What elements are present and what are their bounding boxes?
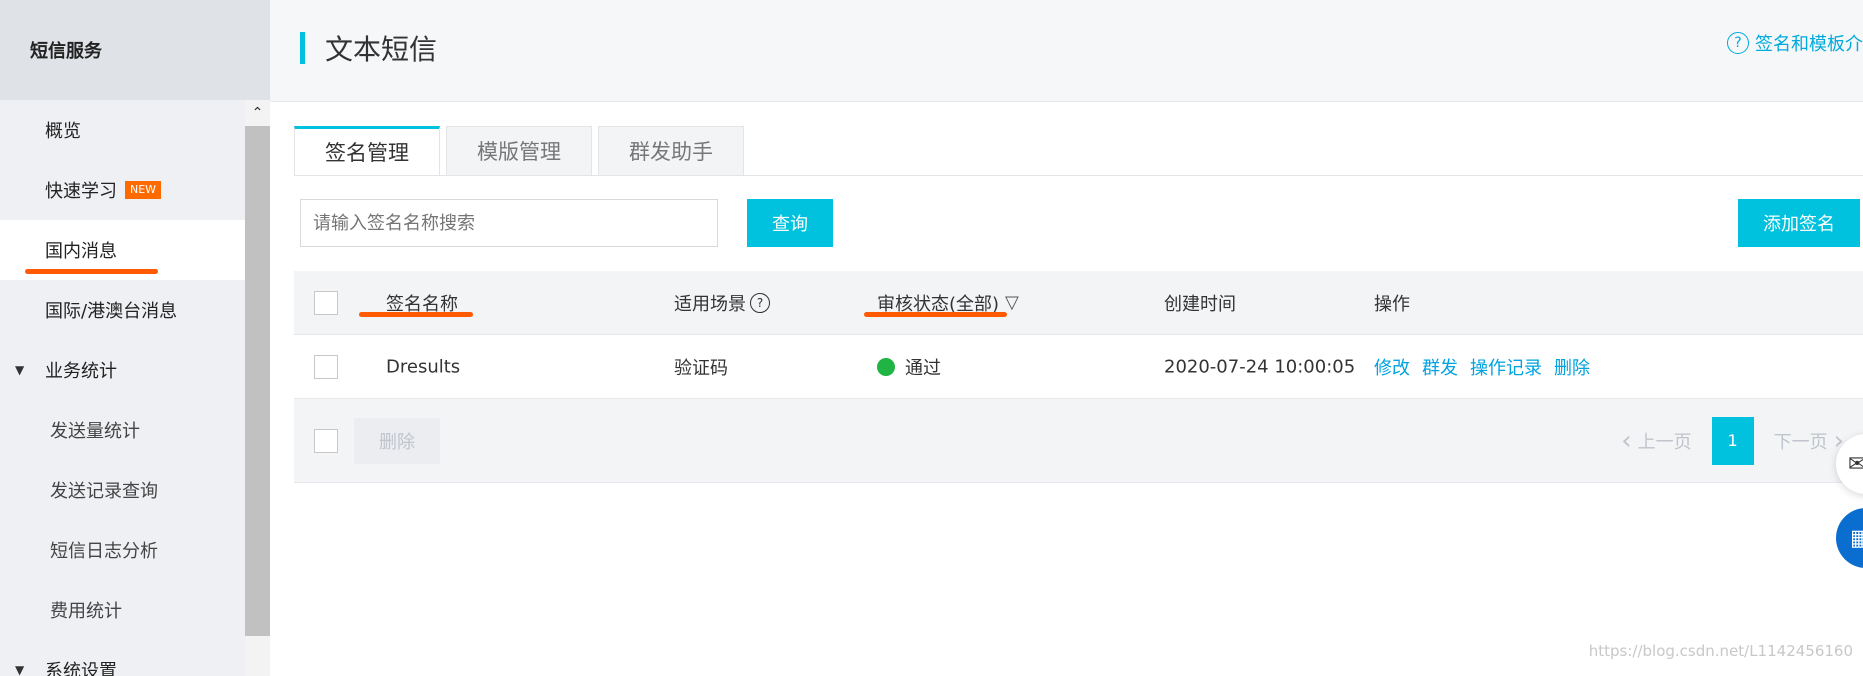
sidebar-item-label: 业务统计 bbox=[45, 361, 117, 382]
help-link-label: 签名和模板介 bbox=[1755, 34, 1863, 55]
sidebar-item-label: 系统设置 bbox=[45, 661, 117, 676]
page-title: 文本短信 bbox=[325, 33, 438, 66]
sidebar-item-label: 国际/港澳台消息 bbox=[45, 301, 178, 322]
grid-icon: ▦ bbox=[1850, 525, 1863, 551]
sidebar-item-label: 概览 bbox=[45, 121, 81, 142]
select-all-checkbox[interactable] bbox=[314, 290, 338, 315]
table-footer: 删除 ‹ 上一页 1 下一页 › bbox=[294, 399, 1863, 483]
column-header-label: 操作 bbox=[1374, 293, 1410, 315]
tab-signature[interactable]: 签名管理 bbox=[294, 126, 440, 176]
title-accent-bar bbox=[300, 32, 305, 64]
status-cell: 通过 bbox=[877, 354, 941, 380]
filter-icon[interactable]: ▽ bbox=[1005, 292, 1019, 313]
feedback-icon: ✉ bbox=[1848, 451, 1863, 477]
sidebar-item-label: 发送量统计 bbox=[50, 421, 140, 442]
signature-scene: 验证码 bbox=[674, 357, 728, 379]
tab-template[interactable]: 模版管理 bbox=[446, 126, 592, 176]
sidebar-item-label: 发送记录查询 bbox=[50, 481, 158, 502]
sidebar-item-label: 国内消息 bbox=[45, 241, 117, 262]
caret-down-icon: ▼ bbox=[15, 663, 25, 676]
tab-bar: 签名管理 模版管理 群发助手 bbox=[294, 126, 750, 176]
highlight-underline bbox=[864, 312, 1007, 317]
status-dot-icon bbox=[877, 357, 895, 376]
query-button[interactable]: 查询 bbox=[747, 199, 833, 247]
row-actions: 修改 群发 操作记录 删除 bbox=[1374, 354, 1602, 380]
chevron-left-icon: ‹ bbox=[1621, 425, 1632, 456]
row-checkbox[interactable] bbox=[314, 354, 338, 379]
sidebar-item-log-analysis[interactable]: 短信日志分析 bbox=[0, 520, 245, 580]
scrollbar-thumb[interactable] bbox=[245, 126, 270, 636]
highlight-underline bbox=[359, 312, 473, 317]
sidebar-item-label: 短信日志分析 bbox=[50, 541, 158, 562]
bulk-send-link[interactable]: 群发 bbox=[1422, 354, 1458, 380]
next-page-label: 下一页 bbox=[1773, 431, 1828, 453]
tabs-divider bbox=[294, 175, 1863, 176]
main-content: 文本短信 ? 签名和模板介 签名管理 模版管理 群发助手 查询 添加签名 签名名… bbox=[270, 0, 1863, 676]
sidebar-item-overview[interactable]: 概览 bbox=[0, 100, 245, 160]
pagination: ‹ 上一页 1 下一页 › bbox=[1601, 416, 1863, 465]
signature-table: 签名名称 适用场景 ? 审核状态(全部) ▽ 创建时间 操作 Dresults … bbox=[294, 271, 1863, 483]
caret-down-icon: ▼ bbox=[15, 363, 25, 377]
tab-bulk-send[interactable]: 群发助手 bbox=[598, 126, 744, 176]
sidebar-item-quick-learn[interactable]: 快速学习 NEW bbox=[0, 160, 245, 220]
batch-delete-button[interactable]: 删除 bbox=[354, 417, 440, 464]
sidebar-group-statistics[interactable]: ▼ 业务统计 bbox=[0, 340, 245, 400]
table-row: Dresults 验证码 通过 2020-07-24 10:00:05 修改 群… bbox=[294, 335, 1863, 399]
sidebar-item-international[interactable]: 国际/港澳台消息 bbox=[0, 280, 245, 340]
column-header-label: 创建时间 bbox=[1164, 293, 1236, 315]
question-icon[interactable]: ? bbox=[750, 292, 770, 313]
signature-name: Dresults bbox=[386, 356, 461, 377]
created-time: 2020-07-24 10:00:05 bbox=[1164, 356, 1356, 377]
sidebar-scrollbar[interactable]: ⌃ bbox=[245, 100, 270, 676]
prev-page-button[interactable]: ‹ 上一页 bbox=[1601, 426, 1711, 456]
watermark: https://blog.csdn.net/L1142456160 bbox=[1588, 642, 1853, 660]
search-input[interactable] bbox=[300, 199, 718, 247]
sidebar-group-settings[interactable]: ▼ 系统设置 bbox=[0, 640, 245, 676]
sidebar-item-label: 费用统计 bbox=[50, 601, 122, 622]
status-text: 通过 bbox=[905, 357, 941, 379]
table-header: 签名名称 适用场景 ? 审核状态(全部) ▽ 创建时间 操作 bbox=[294, 271, 1863, 335]
operation-log-link[interactable]: 操作记录 bbox=[1470, 354, 1542, 380]
delete-link[interactable]: 删除 bbox=[1554, 354, 1590, 380]
prev-page-label: 上一页 bbox=[1637, 431, 1692, 453]
column-header-created: 创建时间 bbox=[1164, 290, 1236, 316]
column-header-scene: 适用场景 ? bbox=[674, 290, 770, 316]
footer-select-all-checkbox[interactable] bbox=[314, 428, 338, 453]
question-icon: ? bbox=[1727, 32, 1749, 54]
sidebar-item-label: 快速学习 bbox=[45, 181, 117, 202]
column-header-label: 适用场景 bbox=[674, 293, 746, 315]
sidebar: 短信服务 概览 快速学习 NEW 国内消息 国际/港澳台消息 ▼ 业务统计 发送… bbox=[0, 0, 270, 676]
sidebar-item-send-records[interactable]: 发送记录查询 bbox=[0, 460, 245, 520]
page-header: 文本短信 ? 签名和模板介 bbox=[270, 0, 1863, 102]
sidebar-item-send-volume[interactable]: 发送量统计 bbox=[0, 400, 245, 460]
sidebar-header: 短信服务 bbox=[0, 0, 270, 100]
edit-link[interactable]: 修改 bbox=[1374, 354, 1410, 380]
page-number-button[interactable]: 1 bbox=[1711, 416, 1754, 465]
sidebar-item-cost-stats[interactable]: 费用统计 bbox=[0, 580, 245, 640]
column-header-actions: 操作 bbox=[1374, 290, 1410, 316]
highlight-underline bbox=[25, 269, 158, 274]
help-link[interactable]: ? 签名和模板介 bbox=[1727, 30, 1863, 56]
sidebar-item-domestic[interactable]: 国内消息 bbox=[0, 220, 245, 280]
new-badge: NEW bbox=[125, 181, 162, 199]
sidebar-menu: 概览 快速学习 NEW 国内消息 国际/港澳台消息 ▼ 业务统计 发送量统计 发… bbox=[0, 100, 245, 676]
add-signature-button[interactable]: 添加签名 bbox=[1738, 199, 1860, 247]
scroll-up-icon[interactable]: ⌃ bbox=[245, 100, 270, 126]
